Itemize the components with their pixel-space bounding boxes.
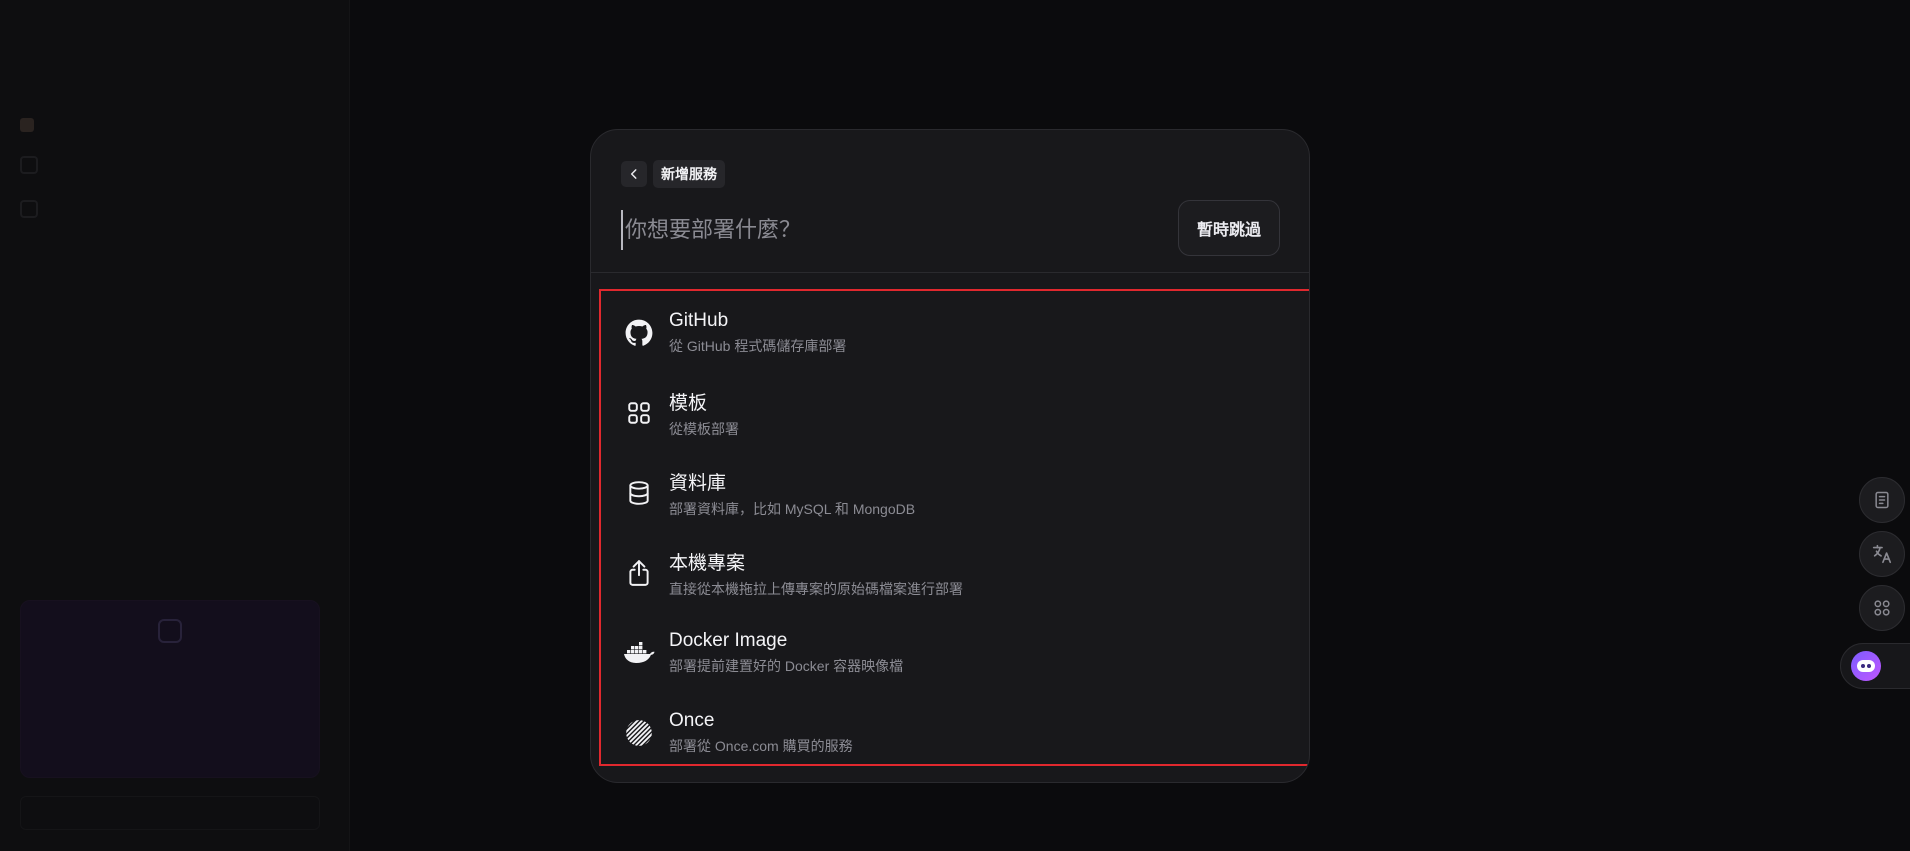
option-title: 本機專案 xyxy=(669,552,746,574)
apps-icon[interactable] xyxy=(1859,585,1905,631)
template-grid-icon xyxy=(623,397,655,429)
option-title: GitHub xyxy=(669,310,729,331)
back-button[interactable] xyxy=(621,161,647,187)
option-docker-image[interactable]: Docker Image 部署提前建置好的 Docker 容器映像檔 xyxy=(601,613,1307,693)
background-plan xyxy=(20,118,34,132)
option-once[interactable]: Once 部署從 Once.com 購買的服務 xyxy=(601,693,1307,773)
option-database[interactable]: 資料庫 部署資料庫，比如 MySQL 和 MongoDB xyxy=(601,453,1307,533)
assistant-icon xyxy=(1851,651,1881,681)
notes-icon[interactable] xyxy=(1859,477,1905,523)
search-input[interactable] xyxy=(621,210,1141,250)
option-template[interactable]: 模板 從模板部署 xyxy=(601,373,1307,453)
background-footer xyxy=(20,796,320,830)
option-description: 從模板部署 xyxy=(669,420,739,437)
option-github[interactable]: GitHub 從 GitHub 程式碼儲存庫部署 xyxy=(601,293,1307,373)
option-description: 部署資料庫，比如 MySQL 和 MongoDB xyxy=(669,500,916,517)
upload-icon xyxy=(623,557,655,589)
modal-breadcrumb: 新增服務 xyxy=(621,160,725,188)
option-description: 部署提前建置好的 Docker 容器映像檔 xyxy=(669,658,904,674)
option-title: Docker Image xyxy=(669,630,788,651)
once-icon xyxy=(623,717,655,749)
option-title: Once xyxy=(669,710,715,731)
docker-icon xyxy=(623,637,655,669)
background-sidebar xyxy=(0,0,350,851)
option-description: 部署從 Once.com 購買的服務 xyxy=(669,738,853,754)
option-description: 從 GitHub 程式碼儲存庫部署 xyxy=(669,338,847,354)
skip-button[interactable]: 暫時跳過 xyxy=(1178,200,1280,256)
option-description: 直接從本機拖拉上傳專案的原始碼檔案進行部署 xyxy=(669,580,963,597)
modal-header: 新增服務 暫時跳過 xyxy=(591,130,1309,273)
background-nav-item xyxy=(20,156,38,174)
option-title: 模板 xyxy=(669,392,708,414)
option-local-project[interactable]: 本機專案 直接從本機拖拉上傳專案的原始碼檔案進行部署 xyxy=(601,533,1307,613)
database-icon xyxy=(623,477,655,509)
chevron-left-icon xyxy=(630,169,637,179)
background-nav-item xyxy=(20,200,38,218)
new-service-modal: 新增服務 暫時跳過 GitHub 從 GitHub 程式碼儲存庫部署 模板 從模… xyxy=(590,129,1310,783)
service-options-list: GitHub 從 GitHub 程式碼儲存庫部署 模板 從模板部署 資料庫 部署… xyxy=(599,289,1309,766)
assistant-launcher[interactable] xyxy=(1840,643,1910,689)
github-icon xyxy=(623,317,655,349)
modal-title: 新增服務 xyxy=(653,160,725,188)
translate-icon[interactable] xyxy=(1859,531,1905,577)
option-title: 資料庫 xyxy=(669,472,727,494)
background-promo-card xyxy=(20,600,320,778)
